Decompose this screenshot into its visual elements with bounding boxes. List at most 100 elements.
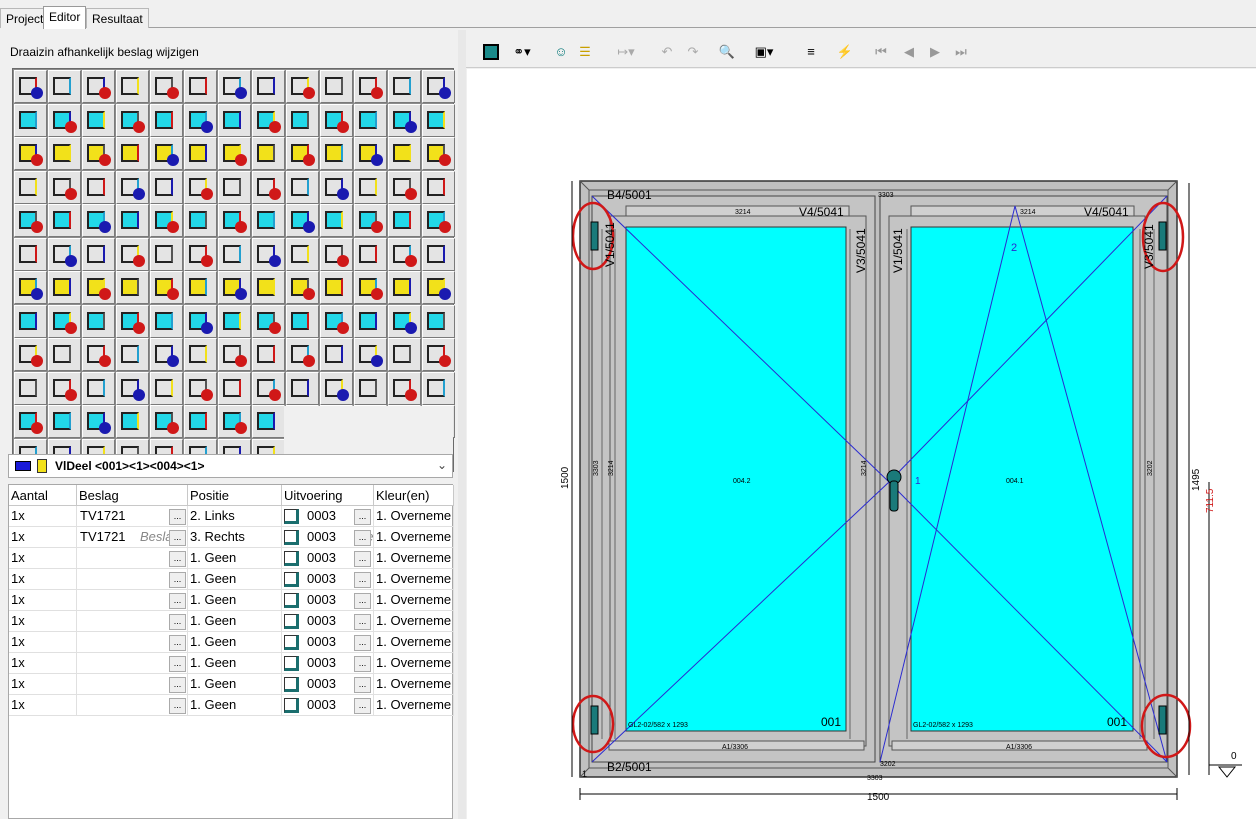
palette-tool-button[interactable] bbox=[252, 304, 285, 338]
palette-tool-button[interactable] bbox=[116, 304, 149, 338]
uitvoering-checkbox[interactable] bbox=[284, 572, 299, 588]
palette-tool-button[interactable] bbox=[14, 405, 47, 438]
palette-tool-button[interactable] bbox=[252, 405, 285, 438]
cell-kleur[interactable]: 1. Overneme bbox=[374, 695, 454, 716]
uitvoering-checkbox[interactable] bbox=[284, 593, 299, 609]
cell-kleur[interactable]: 1. Overneme bbox=[374, 506, 454, 527]
redo-icon[interactable]: ↷ bbox=[682, 41, 704, 63]
palette-tool-button[interactable] bbox=[218, 237, 251, 271]
palette-tool-button[interactable] bbox=[116, 103, 149, 137]
uitvoering-checkbox[interactable] bbox=[284, 509, 299, 525]
palette-tool-button[interactable] bbox=[14, 170, 47, 204]
layers-icon[interactable]: ☰ bbox=[574, 41, 596, 63]
cell-aantal[interactable]: 1x bbox=[9, 653, 77, 674]
palette-tool-button[interactable] bbox=[320, 338, 353, 371]
cell-aantal[interactable]: 1x bbox=[9, 632, 77, 653]
beslag-browse-button[interactable]: ... bbox=[169, 530, 186, 546]
palette-tool-button[interactable] bbox=[48, 405, 81, 438]
col-header-kleuren[interactable]: Kleur(en) bbox=[374, 485, 454, 506]
uitvoering-checkbox[interactable] bbox=[284, 677, 299, 693]
palette-tool-button[interactable] bbox=[354, 271, 387, 304]
align-left-icon[interactable]: ≡ bbox=[800, 41, 822, 63]
cell-positie[interactable]: 1. Geen bbox=[188, 695, 282, 716]
cell-aantal[interactable]: 1x bbox=[9, 695, 77, 716]
palette-tool-button[interactable] bbox=[116, 371, 149, 405]
palette-tool-button[interactable] bbox=[14, 371, 47, 405]
table-row[interactable]: 1x... 1. Geen 0003... 1. Overneme bbox=[9, 611, 454, 632]
palette-tool-button[interactable] bbox=[388, 170, 421, 204]
palette-tool-button[interactable] bbox=[150, 304, 183, 338]
cell-aantal[interactable]: 1x bbox=[9, 674, 77, 695]
select-box-icon[interactable]: ▣▾ bbox=[748, 41, 780, 63]
palette-tool-button[interactable] bbox=[354, 137, 387, 170]
palette-tool-button[interactable] bbox=[218, 271, 251, 304]
tab-editor[interactable]: Editor bbox=[43, 6, 87, 29]
palette-tool-button[interactable] bbox=[116, 405, 149, 438]
palette-tool-button[interactable] bbox=[82, 405, 115, 438]
palette-tool-button[interactable] bbox=[150, 170, 183, 204]
uitvoering-browse-button[interactable]: ... bbox=[354, 656, 371, 672]
cell-kleur[interactable]: 1. Overneme bbox=[374, 611, 454, 632]
palette-tool-button[interactable] bbox=[286, 70, 319, 103]
dimension-icon[interactable]: ↦▾ bbox=[610, 41, 642, 63]
palette-tool-button[interactable] bbox=[422, 103, 455, 137]
palette-tool-button[interactable] bbox=[252, 338, 285, 371]
palette-tool-button[interactable] bbox=[218, 371, 251, 405]
palette-tool-button[interactable] bbox=[14, 137, 47, 170]
palette-tool-button[interactable] bbox=[320, 237, 353, 271]
hinge-bottom-left[interactable] bbox=[590, 705, 599, 735]
palette-tool-button[interactable] bbox=[422, 338, 455, 371]
palette-tool-button[interactable] bbox=[388, 204, 421, 237]
palette-tool-button[interactable] bbox=[354, 371, 387, 405]
palette-tool-button[interactable] bbox=[252, 137, 285, 170]
palette-tool-button[interactable] bbox=[184, 204, 217, 237]
palette-tool-button[interactable] bbox=[422, 371, 455, 405]
beslag-browse-button[interactable]: ... bbox=[169, 551, 186, 567]
uitvoering-checkbox[interactable] bbox=[284, 698, 299, 714]
palette-tool-button[interactable] bbox=[116, 137, 149, 170]
col-header-aantal[interactable]: Aantal bbox=[9, 485, 77, 506]
cell-kleur[interactable]: 1. Overneme bbox=[374, 527, 454, 548]
cell-positie[interactable]: 1. Geen bbox=[188, 674, 282, 695]
palette-tool-button[interactable] bbox=[252, 170, 285, 204]
tab-project[interactable]: Project bbox=[0, 8, 50, 28]
palette-tool-button[interactable] bbox=[82, 204, 115, 237]
palette-tool-button[interactable] bbox=[184, 338, 217, 371]
uitvoering-checkbox[interactable] bbox=[284, 551, 299, 567]
palette-tool-button[interactable] bbox=[184, 371, 217, 405]
palette-tool-button[interactable] bbox=[48, 204, 81, 237]
beslag-browse-button[interactable]: ... bbox=[169, 656, 186, 672]
palette-tool-button[interactable] bbox=[14, 204, 47, 237]
palette-tool-button[interactable] bbox=[218, 338, 251, 371]
palette-tool-button[interactable] bbox=[82, 170, 115, 204]
palette-tool-button[interactable] bbox=[150, 103, 183, 137]
palette-tool-button[interactable] bbox=[388, 103, 421, 137]
table-row[interactable]: 1x... 1. Geen 0003... 1. Overneme bbox=[9, 653, 454, 674]
glasses-icon[interactable]: ⚭▾ bbox=[506, 41, 538, 63]
beslag-browse-button[interactable]: ... bbox=[169, 677, 186, 693]
element-selector[interactable]: VlDeel <001><1><004><1> ⌄ bbox=[8, 454, 453, 478]
palette-tool-button[interactable] bbox=[388, 371, 421, 405]
cell-kleur[interactable]: 1. Overneme bbox=[374, 590, 454, 611]
palette-tool-button[interactable] bbox=[48, 304, 81, 338]
palette-tool-button[interactable] bbox=[14, 338, 47, 371]
palette-tool-button[interactable] bbox=[354, 170, 387, 204]
palette-tool-button[interactable] bbox=[48, 271, 81, 304]
table-row[interactable]: 1x... 1. Geen 0003... 1. Overneme bbox=[9, 695, 454, 716]
palette-tool-button[interactable] bbox=[150, 338, 183, 371]
palette-tool-button[interactable] bbox=[286, 237, 319, 271]
cell-positie[interactable]: 1. Geen bbox=[188, 632, 282, 653]
palette-tool-button[interactable] bbox=[150, 371, 183, 405]
uitvoering-browse-button[interactable]: ... bbox=[354, 593, 371, 609]
splitter[interactable] bbox=[458, 30, 466, 819]
palette-tool-button[interactable] bbox=[286, 170, 319, 204]
palette-tool-button[interactable] bbox=[354, 70, 387, 103]
palette-tool-button[interactable] bbox=[116, 170, 149, 204]
palette-tool-button[interactable] bbox=[48, 371, 81, 405]
palette-tool-button[interactable] bbox=[388, 304, 421, 338]
cell-kleur[interactable]: 1. Overneme bbox=[374, 653, 454, 674]
palette-tool-button[interactable] bbox=[82, 137, 115, 170]
uitvoering-checkbox[interactable] bbox=[284, 530, 299, 546]
palette-tool-button[interactable] bbox=[252, 371, 285, 405]
cell-aantal[interactable]: 1x bbox=[9, 569, 77, 590]
